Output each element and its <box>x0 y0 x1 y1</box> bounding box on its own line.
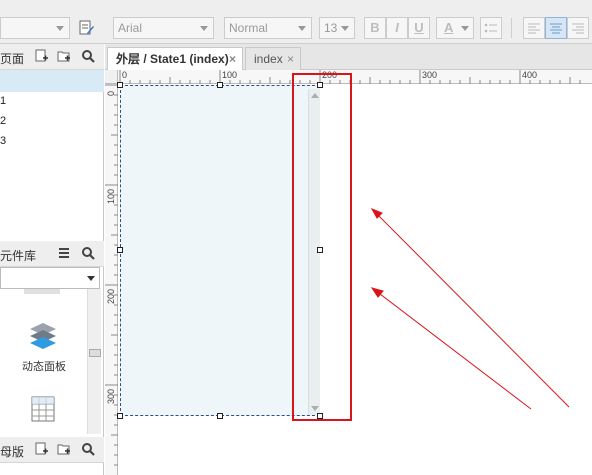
bullet-list-button[interactable] <box>480 17 502 39</box>
search-icon[interactable] <box>81 442 95 456</box>
add-folder-icon[interactable] <box>57 49 71 63</box>
font-color-button[interactable]: A <box>436 17 474 39</box>
design-canvas[interactable] <box>117 73 592 475</box>
font-style-dropdown[interactable]: Normal <box>224 17 312 39</box>
library-select[interactable] <box>0 267 100 289</box>
masters-panel-title: 母版 <box>0 445 25 459</box>
ruler-label: 100 <box>222 70 238 80</box>
underline-button[interactable]: U <box>408 17 430 39</box>
add-page-icon[interactable] <box>34 49 48 63</box>
dynamic-panel-icon[interactable] <box>28 321 58 353</box>
pages-panel-title: 页面 <box>0 52 25 66</box>
ruler-label: 0 <box>122 70 128 80</box>
align-right-icon <box>572 23 584 34</box>
font-size-dropdown[interactable]: 13 <box>319 17 355 39</box>
style-dropdown[interactable] <box>0 17 70 39</box>
search-icon[interactable] <box>81 49 95 63</box>
ruler-label: 400 <box>522 70 538 80</box>
table-icon[interactable] <box>31 396 55 422</box>
ruler-label: 300 <box>106 388 116 404</box>
close-icon[interactable]: × <box>229 48 236 70</box>
library-scrollbar[interactable] <box>87 289 101 434</box>
ruler-label: 300 <box>422 70 438 80</box>
align-center-button[interactable] <box>545 17 567 39</box>
annotation-arrows <box>370 208 570 410</box>
masters-panel-header: 母版 <box>0 437 104 463</box>
style-edit-icon[interactable] <box>78 20 94 36</box>
page-item[interactable]: 3 <box>0 130 104 152</box>
align-right-button[interactable] <box>567 17 589 39</box>
align-left-button[interactable] <box>523 17 545 39</box>
arrowhead-icon <box>370 208 383 219</box>
widget-partial <box>24 289 60 294</box>
tab-state1[interactable]: 外层 / State1 (index) × <box>107 47 243 71</box>
page-item-index[interactable] <box>0 70 104 92</box>
tab-index[interactable]: index × <box>245 47 301 71</box>
italic-button[interactable]: I <box>386 17 408 39</box>
chevron-down-icon <box>87 276 95 281</box>
add-folder-icon[interactable] <box>57 442 71 456</box>
annotation-arrow <box>375 290 532 410</box>
ruler-label: 200 <box>106 288 116 304</box>
scrollbar-thumb[interactable] <box>89 349 101 357</box>
font-family-dropdown[interactable]: Arial <box>113 17 214 39</box>
page-item[interactable]: 2 <box>0 110 104 132</box>
widget-library-title: 元件库 <box>0 249 37 263</box>
align-left-icon <box>528 23 540 34</box>
left-sidebar: 页面 1 2 3 元件库 动态面板 母版 <box>0 44 104 475</box>
horizontal-ruler-ticks <box>119 70 581 84</box>
bullet-list-icon <box>484 23 497 33</box>
align-center-icon <box>550 23 562 34</box>
document-tabs: 外层 / State1 (index) × index × <box>105 44 592 71</box>
add-master-icon[interactable] <box>34 442 48 456</box>
page-item[interactable]: 1 <box>0 90 104 112</box>
bold-button[interactable]: B <box>364 17 386 39</box>
widget-label: 动态面板 <box>22 361 66 373</box>
close-icon[interactable]: × <box>287 48 294 70</box>
horizontal-ruler: 0 100 200 300 400 <box>118 70 592 84</box>
ruler-label: 100 <box>106 188 116 204</box>
ruler-label: 0 <box>106 90 116 96</box>
pages-panel-header: 页面 <box>0 44 104 70</box>
format-toolbar: Arial Normal 13 B I U A <box>0 0 592 44</box>
search-icon[interactable] <box>81 246 95 260</box>
annotation-arrow <box>375 212 570 408</box>
menu-icon[interactable] <box>57 246 71 260</box>
widget-library-header: 元件库 <box>0 241 104 267</box>
